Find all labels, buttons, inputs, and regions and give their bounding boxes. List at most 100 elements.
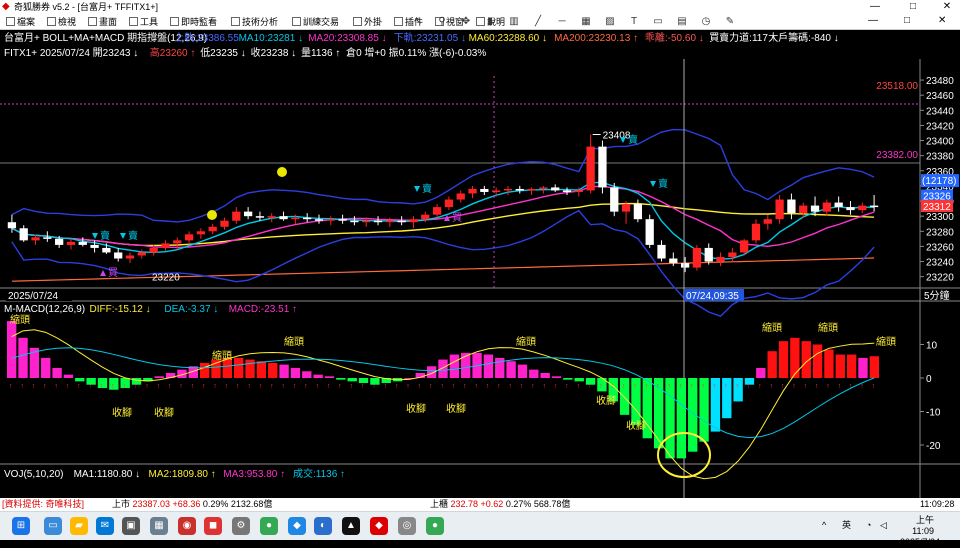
chart-area[interactable]: 台富月+ BOLL+MA+MACD 期指撐盤(12,26,9) 上軌:23386.… bbox=[0, 31, 960, 498]
menu-item-7[interactable]: 外掛 bbox=[353, 15, 382, 29]
vol-header-item: 成交:1136 ↑ bbox=[293, 467, 345, 480]
macd-hist-bar bbox=[268, 362, 278, 378]
menu-item-0[interactable]: 檔案 bbox=[6, 15, 35, 29]
calendar-icon[interactable]: ▤ bbox=[676, 16, 688, 28]
start-icon[interactable]: ⊞ bbox=[12, 517, 30, 535]
candle-body bbox=[515, 188, 524, 191]
candle-body bbox=[539, 187, 548, 189]
pen-icon[interactable]: ✎ bbox=[724, 16, 736, 28]
child-close-button[interactable]: ✕ bbox=[938, 15, 946, 26]
child-minimize-button[interactable]: — bbox=[868, 15, 878, 26]
shrink-head-label: 縮頭 bbox=[762, 321, 782, 334]
app-icon-1[interactable]: ◆ bbox=[288, 517, 306, 535]
candle-body bbox=[657, 244, 666, 259]
calculator-icon[interactable]: ▦ bbox=[150, 517, 168, 535]
network-icon[interactable]: ◔ bbox=[866, 520, 871, 531]
macd-arrow-mark: ↑ bbox=[418, 383, 422, 390]
menu-item-3[interactable]: 工具 bbox=[129, 15, 158, 29]
tradingview-icon[interactable]: ▲ bbox=[342, 517, 360, 535]
price-marker-label: 23518.00 bbox=[876, 81, 918, 92]
taskbar: ⊞ ▭ ▰ ✉ ▣ ▦ ◉ ◼ ⚙ ● ◆ ◐ ▲ ◆ ◎ ● ^ 英 ◔ ◁ … bbox=[0, 511, 960, 547]
macd-arrow-mark: ↑ bbox=[395, 383, 399, 390]
menu-item-4[interactable]: 即時監看 bbox=[170, 15, 217, 29]
candle-body bbox=[799, 205, 808, 214]
candle-body bbox=[421, 214, 430, 220]
tray-chevron-icon[interactable]: ^ bbox=[822, 520, 826, 531]
app-icon-3[interactable]: ◎ bbox=[398, 517, 416, 535]
macd-arrow-mark: ↑ bbox=[338, 383, 342, 390]
menu-item-5[interactable]: 技術分析 bbox=[231, 15, 278, 29]
candle-body bbox=[810, 205, 820, 212]
macd-hist-bar bbox=[563, 378, 573, 380]
child-restore-button[interactable]: □ bbox=[904, 15, 910, 26]
macd-arrow-mark: ↑ bbox=[270, 383, 274, 390]
image-icon[interactable]: ▨ bbox=[604, 16, 616, 28]
media-icon[interactable]: ▣ bbox=[122, 517, 140, 535]
macd-arrow-mark: ↑ bbox=[554, 383, 558, 390]
macd-arrow-mark: ↑ bbox=[406, 383, 410, 390]
macd-hist-bar bbox=[7, 321, 17, 378]
candle-body bbox=[149, 247, 158, 253]
candle-body bbox=[610, 187, 619, 212]
macd-hist-bar bbox=[517, 364, 528, 378]
macd-arrow-mark: ↑ bbox=[247, 383, 251, 390]
menu-item-1[interactable]: 檢視 bbox=[47, 15, 76, 29]
macd-arrow-mark: ↑ bbox=[588, 383, 592, 390]
game-icon[interactable]: ◉ bbox=[178, 517, 196, 535]
mail-icon[interactable]: ✉ bbox=[96, 517, 114, 535]
macd-arrow-mark: ↑ bbox=[508, 383, 512, 390]
grid-icon[interactable]: ▦ bbox=[580, 16, 592, 28]
menu-item-icon bbox=[6, 17, 15, 26]
macd-arrow-mark: ↑ bbox=[826, 383, 830, 390]
chart-svg[interactable]: 台富月+ BOLL+MA+MACD 期指撐盤(12,26,9)上軌:23386.… bbox=[0, 31, 960, 498]
qihu-app-icon[interactable]: ◆ bbox=[370, 517, 388, 535]
chrome-icon-2[interactable]: ● bbox=[426, 517, 444, 535]
macd-header-item: DIFF:-15.12 ↓ bbox=[90, 304, 151, 315]
maximize-button[interactable]: □ bbox=[900, 0, 926, 14]
minus-icon[interactable]: ─ bbox=[556, 16, 568, 28]
macd-hist-bar bbox=[812, 344, 823, 378]
settings-icon[interactable]: ⚙ bbox=[232, 517, 250, 535]
line-icon[interactable]: ╱ bbox=[532, 16, 544, 28]
shrink-foot-label: 收腳 bbox=[406, 402, 426, 415]
macd-hist-bar bbox=[778, 341, 789, 378]
office-icon[interactable]: ◼ bbox=[204, 517, 222, 535]
file-explorer-icon[interactable]: ▰ bbox=[70, 517, 88, 535]
task-view-icon[interactable]: ▭ bbox=[44, 517, 62, 535]
close-button[interactable]: ✕ bbox=[934, 0, 960, 14]
tray-clock[interactable]: 上午 11:09 2025/7/24 bbox=[900, 515, 940, 548]
volume-icon[interactable]: ◁ bbox=[880, 520, 887, 531]
app-icon-2[interactable]: ◐ bbox=[314, 517, 332, 535]
minimize-button[interactable]: — bbox=[862, 0, 888, 14]
candle-body bbox=[208, 226, 217, 232]
macd-header-item: MACD:-23.51 ↑ bbox=[229, 304, 297, 315]
candle-icon[interactable]: ▮ bbox=[484, 16, 496, 28]
price-tick-label: 23400 bbox=[926, 137, 954, 148]
macd-arrow-mark: ↑ bbox=[520, 383, 524, 390]
candle-body bbox=[338, 219, 347, 221]
bar-icon[interactable]: ▥ bbox=[508, 16, 520, 28]
clock-icon[interactable]: ◷ bbox=[700, 16, 712, 28]
ime-indicator[interactable]: 英 bbox=[842, 520, 851, 531]
menu-item-6[interactable]: 訓練交易 bbox=[292, 15, 339, 29]
candle-body bbox=[196, 231, 206, 235]
rect-icon[interactable]: ▭ bbox=[652, 16, 664, 28]
chrome-icon[interactable]: ● bbox=[260, 517, 278, 535]
macd-arrow-mark: ↑ bbox=[860, 383, 864, 390]
text-icon[interactable]: T bbox=[628, 16, 640, 28]
price-marker-label: 23312 bbox=[923, 202, 951, 213]
candle-body bbox=[468, 188, 477, 194]
magnify-icon[interactable]: ⚲ bbox=[436, 16, 448, 28]
buy-signal-icon bbox=[100, 270, 106, 276]
app-logo-icon: ◆ bbox=[2, 1, 10, 12]
price-tick-label: 23220 bbox=[926, 273, 954, 284]
pan-icon[interactable]: ✥ bbox=[460, 16, 472, 28]
price-header-item: MA200:23230.13 ↑ bbox=[554, 33, 638, 44]
macd-arrow-mark: ↑ bbox=[667, 383, 671, 390]
vol-header-item: MA1:1180.80 ↓ bbox=[74, 469, 141, 480]
menu-item-2[interactable]: 畫面 bbox=[88, 15, 117, 29]
ma20-line bbox=[11, 185, 875, 249]
cursor-icon[interactable]: ↖ bbox=[412, 16, 424, 28]
price-tick-label: 23260 bbox=[926, 242, 954, 253]
price-tick-label: 23420 bbox=[926, 121, 954, 132]
